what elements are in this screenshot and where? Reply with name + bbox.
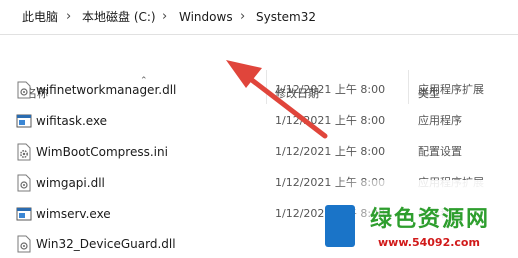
watermark-title: 绿色资源网 [370, 207, 491, 232]
watermark-logo [325, 205, 355, 247]
watermark-url: www.54092.com [378, 236, 480, 249]
